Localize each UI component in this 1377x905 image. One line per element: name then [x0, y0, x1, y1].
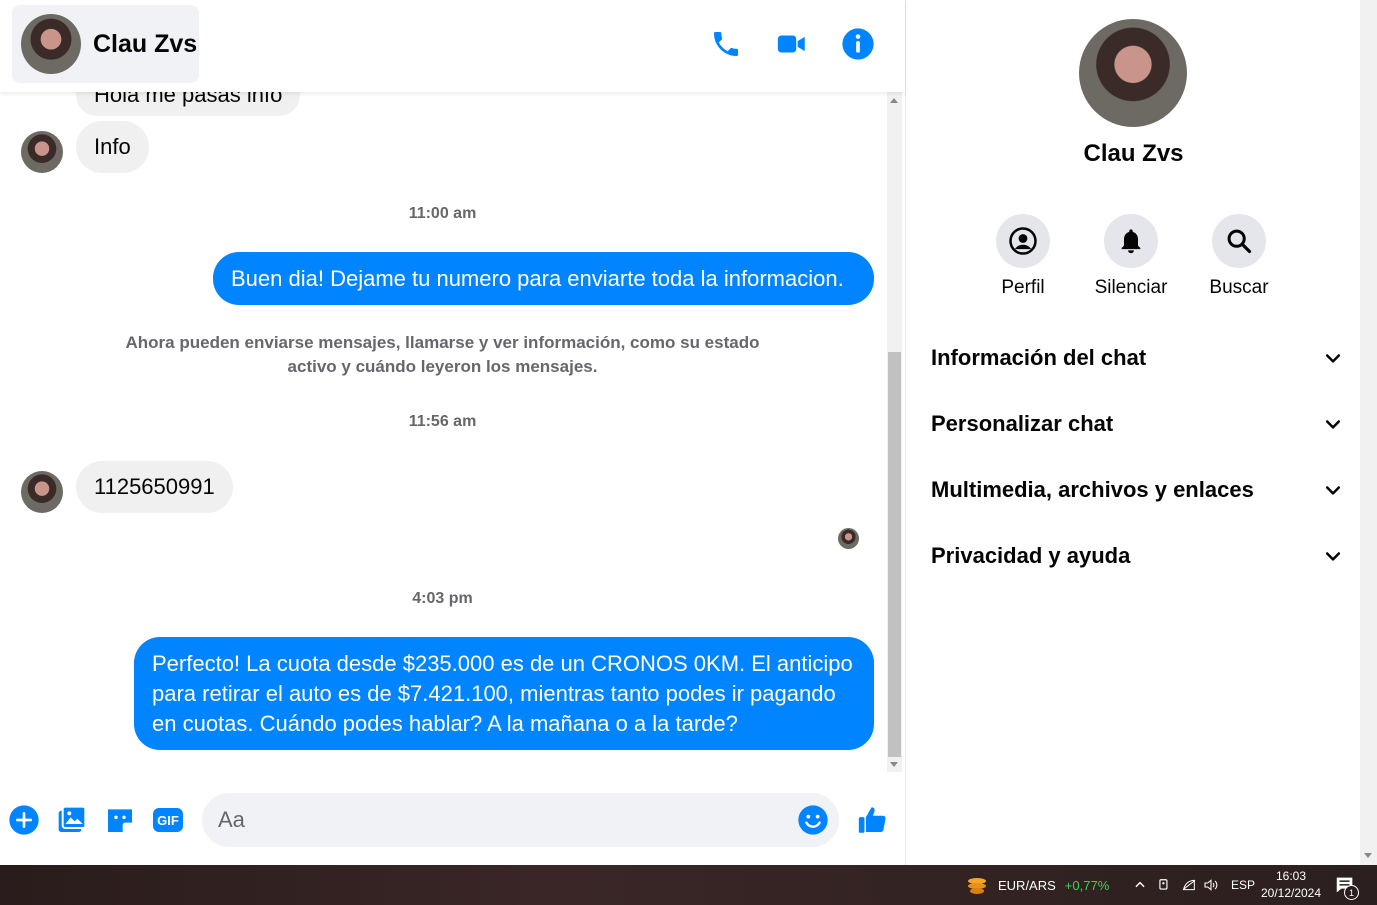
call-button[interactable]: [708, 26, 744, 62]
section-customize-chat[interactable]: Personalizar chat: [931, 402, 1343, 446]
message-avatar: [21, 471, 63, 513]
meet-now-button[interactable]: [1157, 865, 1171, 905]
message-scrollbar[interactable]: [887, 92, 902, 772]
conversation-info-pane: Clau Zvs Perfil Silenciar Buscar Informa…: [907, 0, 1360, 865]
mute-action-circle[interactable]: [1104, 214, 1158, 268]
stock-widget[interactable]: EUR/ARS +0,77%: [966, 865, 1109, 905]
search-action-circle[interactable]: [1212, 214, 1266, 268]
message-timestamp: 11:00 am: [408, 205, 477, 222]
page-scrollbar[interactable]: [1360, 0, 1377, 865]
gif-button[interactable]: GIF: [152, 804, 184, 836]
bell-icon: [1121, 229, 1141, 254]
language-indicator[interactable]: ESP: [1231, 865, 1255, 905]
section-label: Multimedia, archivos y enlaces: [931, 477, 1254, 502]
incoming-message[interactable]: Hola me pasas info: [76, 92, 301, 116]
network-button[interactable]: [1181, 865, 1197, 905]
more-actions-button[interactable]: [8, 804, 40, 836]
wifi-icon: [1182, 879, 1196, 891]
attach-photo-button[interactable]: [56, 804, 88, 836]
camera-icon: [1159, 879, 1168, 890]
info-icon: [842, 28, 874, 60]
phone-icon: [714, 32, 738, 56]
message-list[interactable]: Hola me pasas info Info 11:00 am Buen di…: [0, 92, 885, 772]
image-icon: [58, 805, 87, 832]
profile-action-button[interactable]: Perfil: [968, 214, 1078, 299]
windows-taskbar: EUR/ARS +0,77% ESP 16:03 20/12/2024 1: [0, 865, 1377, 905]
contact-name: Clau Zvs: [93, 29, 198, 58]
search-icon: [1227, 229, 1252, 254]
plus-circle-icon: [9, 805, 39, 835]
search-action-button[interactable]: Buscar: [1184, 214, 1294, 299]
thumbs-up-icon: [858, 807, 886, 833]
contact-avatar[interactable]: [21, 14, 81, 74]
video-call-button[interactable]: [774, 26, 810, 62]
ticker-change: +0,77%: [1064, 877, 1110, 893]
action-label: Silenciar: [1094, 277, 1168, 298]
coins-icon: [966, 876, 988, 894]
chevron-down-icon: [1325, 354, 1341, 363]
action-label: Perfil: [1001, 277, 1045, 298]
message-input-wrapper: [202, 793, 839, 847]
composer-bar: GIF: [0, 780, 905, 865]
section-media-files-links[interactable]: Multimedia, archivos y enlaces: [931, 468, 1343, 512]
incoming-message[interactable]: Info: [76, 121, 149, 173]
video-camera-icon: [777, 35, 805, 53]
action-label: Buscar: [1209, 277, 1269, 298]
section-privacy-support[interactable]: Privacidad y ayuda: [931, 534, 1343, 578]
gif-label: GIF: [157, 812, 179, 828]
scroll-down-arrow-icon[interactable]: [1364, 853, 1372, 858]
chevron-up-icon: [1135, 881, 1145, 888]
notification-center-button[interactable]: 1: [1334, 865, 1359, 905]
section-label: Información del chat: [931, 345, 1147, 370]
gif-icon: GIF: [153, 808, 183, 832]
profile-action-circle[interactable]: [996, 214, 1050, 268]
outgoing-message[interactable]: Buen dia! Dejame tu numero para enviarte…: [213, 252, 874, 305]
message-timestamp: 11:56 am: [408, 413, 477, 430]
emoji-button[interactable]: [797, 804, 829, 836]
like-button[interactable]: [856, 804, 890, 836]
chevron-down-icon: [1325, 486, 1341, 495]
sticker-icon: [108, 809, 132, 832]
chat-header: Clau Zvs: [0, 0, 905, 92]
chevron-down-icon: [1325, 552, 1341, 561]
sticker-button[interactable]: [104, 804, 136, 836]
section-label: Privacidad y ayuda: [931, 543, 1131, 568]
header-contact-button[interactable]: Clau Zvs: [12, 5, 199, 83]
speaker-icon: [1204, 879, 1218, 891]
chat-pane: Clau Zvs Hola me pasas info Info 11:00 a…: [0, 0, 906, 865]
message-input[interactable]: [218, 803, 778, 837]
outgoing-message[interactable]: Perfecto! La cuota desde $235.000 es de …: [134, 637, 874, 750]
show-hidden-icons-button[interactable]: [1133, 865, 1147, 905]
section-chat-info[interactable]: Información del chat: [931, 336, 1343, 380]
message-avatar: [21, 131, 63, 173]
clock-time: 16:03: [1275, 869, 1307, 883]
notification-count-badge: 1: [1344, 885, 1359, 900]
conversation-info-button[interactable]: [840, 26, 876, 62]
scroll-down-arrow-icon[interactable]: [890, 762, 898, 767]
profile-avatar[interactable]: [1079, 19, 1187, 127]
clock[interactable]: 16:03 20/12/2024: [1258, 865, 1324, 905]
scrollbar-thumb[interactable]: [888, 352, 901, 757]
volume-button[interactable]: [1203, 865, 1219, 905]
mute-action-button[interactable]: Silenciar: [1076, 214, 1186, 299]
clock-date: 20/12/2024: [1260, 886, 1322, 900]
incoming-message[interactable]: 1125650991: [76, 461, 233, 513]
read-receipt-avatar: [838, 528, 859, 549]
messenger-window: Clau Zvs Hola me pasas info Info 11:00 a…: [0, 0, 1377, 865]
language-label: ESP: [1231, 878, 1256, 892]
profile-name: Clau Zvs: [1083, 140, 1184, 167]
message-timestamp: 4:03 pm: [412, 590, 473, 607]
scroll-up-arrow-icon[interactable]: [890, 98, 898, 103]
chevron-down-icon: [1325, 420, 1341, 429]
section-label: Personalizar chat: [931, 411, 1114, 436]
user-circle-icon: [1009, 227, 1037, 255]
system-note: Ahora pueden enviarse mensajes, llamarse…: [125, 333, 760, 376]
emoji-icon: [798, 805, 828, 835]
ticker-symbol: EUR/ARS: [998, 877, 1056, 893]
